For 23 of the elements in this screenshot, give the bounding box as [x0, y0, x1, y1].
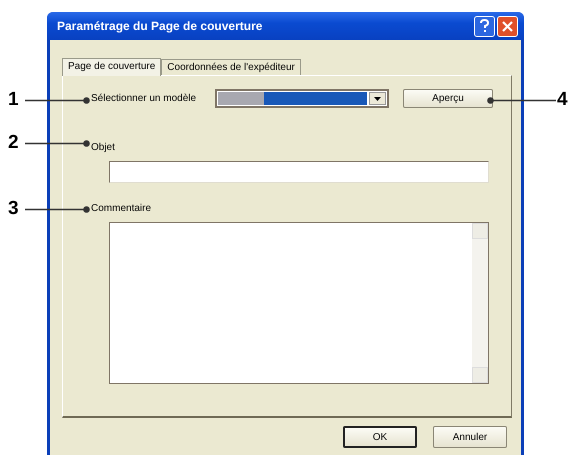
leader-line	[25, 206, 90, 213]
callout-number: 3	[8, 199, 19, 219]
callout-number: 1	[8, 90, 19, 110]
tab[interactable]: Page de couverture	[62, 58, 162, 76]
ok-button[interactable]: OK	[343, 426, 417, 448]
template-dropdown[interactable]	[215, 89, 389, 108]
field-label: Sélectionner un modèle	[91, 93, 198, 104]
tab[interactable]: Coordonnées de l'expéditeur	[161, 59, 301, 75]
comment-field[interactable]	[109, 222, 489, 384]
leader-line	[487, 97, 556, 104]
leader-line	[25, 140, 90, 147]
scrollbar[interactable]	[472, 223, 488, 383]
subject-field[interactable]	[109, 161, 489, 183]
field-label: Commentaire	[91, 203, 152, 214]
close-icon[interactable]	[497, 16, 518, 36]
field-label: Objet	[91, 142, 116, 153]
window-title: Paramétrage du Page de couverture	[57, 19, 264, 33]
callout-number: 4	[557, 90, 568, 110]
preview-button[interactable]: Aperçu	[403, 89, 493, 108]
callout-number: 2	[8, 133, 19, 153]
cancel-button[interactable]: Annuler	[433, 426, 507, 448]
help-icon[interactable]	[474, 16, 495, 36]
leader-line	[25, 97, 90, 104]
